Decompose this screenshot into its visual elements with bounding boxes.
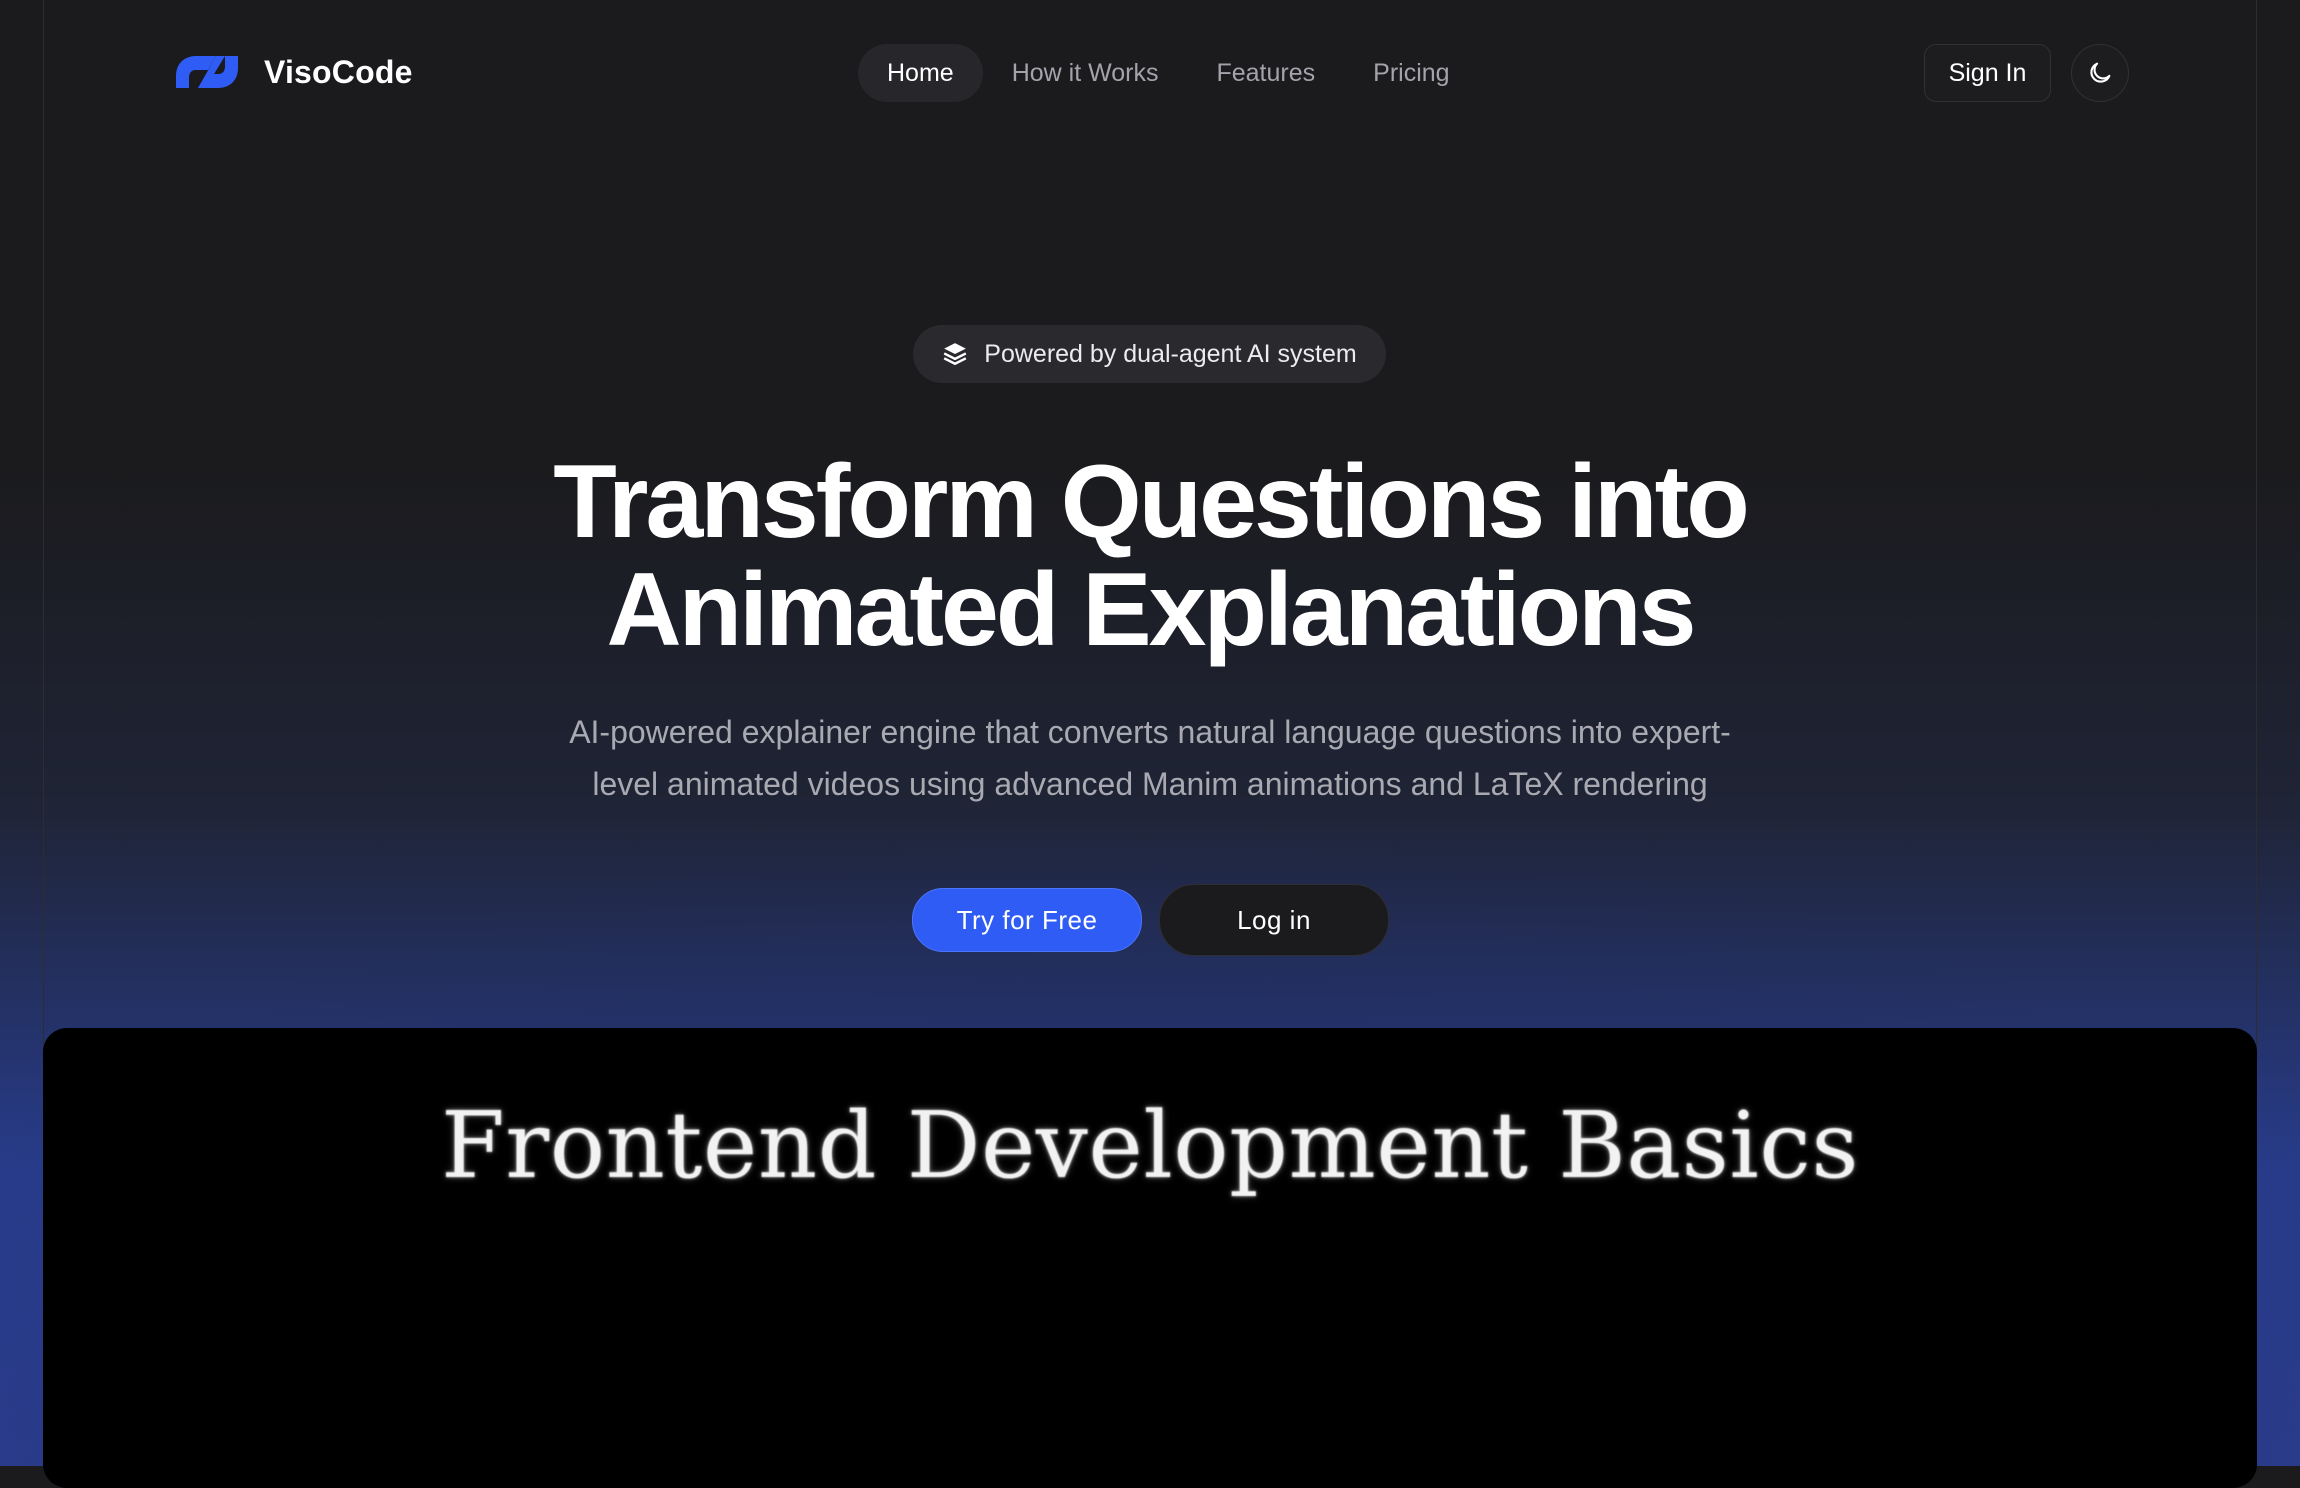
hero-subtitle: AI-powered explainer engine that convert… bbox=[540, 706, 1760, 810]
hero-title-line-2: Animated Explanations bbox=[606, 552, 1697, 668]
site-header: VisoCode Home How it Works Features Pric… bbox=[0, 0, 2300, 146]
announcement-badge: Powered by dual-agent AI system bbox=[913, 325, 1386, 383]
brand[interactable]: VisoCode bbox=[170, 46, 413, 98]
log-in-button[interactable]: Log in bbox=[1159, 884, 1389, 956]
hero-subtitle-line-2: level animated videos using advanced Man… bbox=[592, 766, 1708, 802]
badge-text: Powered by dual-agent AI system bbox=[984, 339, 1357, 368]
brand-name: VisoCode bbox=[264, 53, 413, 90]
nav-item-pricing[interactable]: Pricing bbox=[1344, 44, 1478, 102]
nav-item-home[interactable]: Home bbox=[858, 44, 983, 102]
hero-title-line-1: Transform Questions into bbox=[553, 444, 1749, 560]
main-nav: Home How it Works Features Pricing bbox=[858, 44, 1479, 102]
theme-toggle-button[interactable] bbox=[2071, 44, 2129, 102]
video-preview[interactable]: Frontend Development Basics bbox=[43, 1028, 2257, 1488]
nav-item-features[interactable]: Features bbox=[1187, 44, 1344, 102]
video-title: Frontend Development Basics bbox=[440, 1092, 1860, 1199]
sign-in-button[interactable]: Sign In bbox=[1924, 44, 2051, 102]
nav-item-how-it-works[interactable]: How it Works bbox=[983, 44, 1188, 102]
layers-icon bbox=[943, 343, 967, 365]
try-for-free-button[interactable]: Try for Free bbox=[912, 888, 1142, 952]
hero-title: Transform Questions into Animated Explan… bbox=[300, 448, 2000, 664]
moon-icon bbox=[2090, 62, 2111, 83]
hero-subtitle-line-1: AI-powered explainer engine that convert… bbox=[569, 714, 1731, 750]
visocode-logo-icon bbox=[176, 56, 238, 88]
